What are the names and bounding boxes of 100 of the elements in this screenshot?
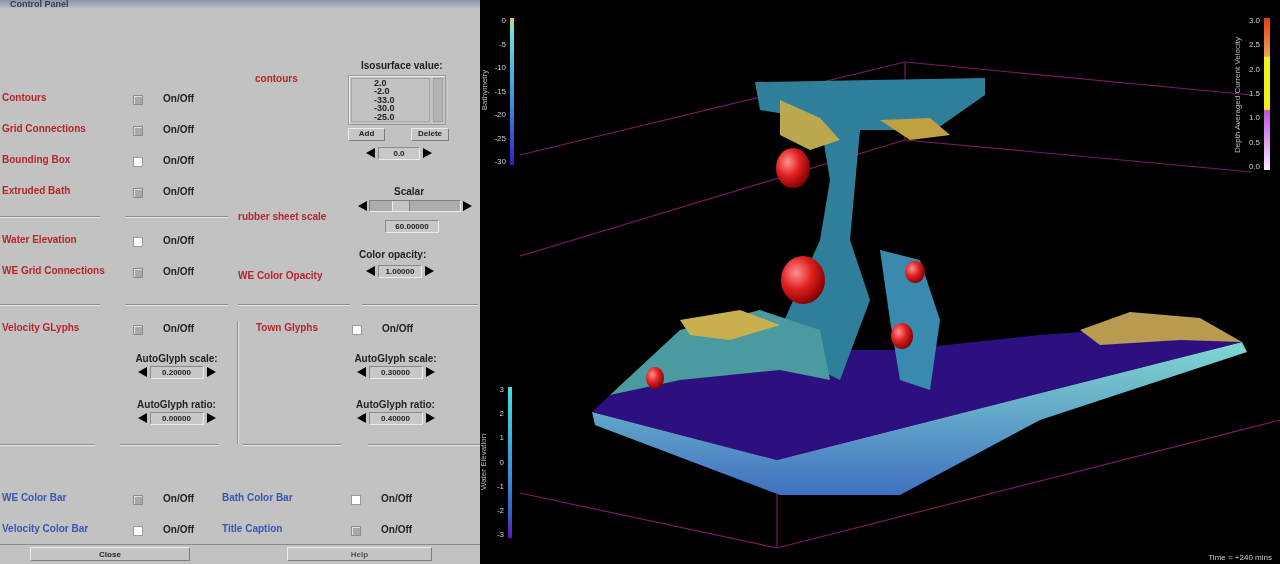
tick-label: 2.0	[1248, 64, 1260, 74]
value-field[interactable]: 0.30000	[368, 365, 423, 379]
toggle-label: On/Off	[163, 522, 196, 537]
checkbox[interactable]	[133, 94, 143, 105]
close-button[interactable]: Close	[30, 547, 190, 562]
tick-label: -10	[494, 63, 506, 72]
tick-label: 3	[499, 385, 504, 394]
option-label: WE Grid Connections	[2, 264, 106, 277]
checkbox[interactable]	[133, 525, 143, 536]
slider-track[interactable]	[369, 199, 461, 212]
checkbox[interactable]	[133, 187, 143, 198]
spinner-title: Color opacity:	[359, 248, 427, 261]
arrow-left-icon[interactable]	[366, 266, 375, 277]
spinner-title: AutoGlyph ratio:	[137, 398, 216, 411]
option-label: Extruded Bath	[2, 184, 72, 197]
toggle-label: On/Off	[163, 264, 196, 279]
checkbox[interactable]	[133, 267, 143, 278]
value-field[interactable]: 1.00000	[378, 264, 422, 278]
toggle-label: On/Off	[163, 321, 196, 336]
value-list[interactable]: 2.0 -2.0 -33.0 -30.0 -25.0	[348, 74, 446, 125]
slider-title: Scalar	[394, 185, 425, 198]
checkbox[interactable]	[133, 324, 143, 335]
toggle-label: On/Off	[163, 491, 196, 506]
tick-label: -1	[496, 481, 504, 491]
option-label: Town Glyphs	[256, 321, 320, 334]
toggle-label: On/Off	[381, 522, 414, 537]
arrow-right-icon[interactable]	[425, 413, 435, 424]
arrow-left-icon[interactable]	[358, 200, 367, 211]
option-label: Velocity GLyphs	[2, 321, 81, 334]
scrollbar[interactable]	[433, 77, 443, 122]
tick-label: 2.5	[1248, 40, 1260, 50]
option-label: Grid Connections	[2, 122, 87, 135]
sphere-marker	[781, 256, 825, 304]
checkbox[interactable]	[351, 494, 361, 505]
legend-title: Depth Averaged Current Velocity	[1233, 37, 1242, 153]
tick-label: 0	[501, 16, 506, 25]
option-label: Velocity Color Bar	[2, 522, 90, 535]
slider-thumb[interactable]	[391, 200, 410, 211]
arrow-right-icon[interactable]	[425, 266, 434, 277]
tick-label: -5	[498, 39, 506, 49]
value-field[interactable]: 60.00000	[385, 219, 439, 233]
tick-label: -2	[496, 505, 504, 515]
value-field[interactable]: 0.20000	[149, 365, 204, 379]
arrow-left-icon[interactable]	[356, 413, 366, 424]
toggle-label: On/Off	[163, 91, 196, 106]
toggle-label: On/Off	[163, 184, 196, 199]
value-field[interactable]: 0.0	[378, 146, 420, 160]
list-title: Isosurface value:	[361, 59, 443, 72]
spinner-title: AutoGlyph scale:	[135, 352, 218, 365]
arrow-right-icon[interactable]	[425, 367, 435, 378]
arrow-right-icon[interactable]	[463, 200, 472, 211]
option-label: Bath Color Bar	[222, 491, 294, 504]
section-label: rubber sheet scale	[238, 210, 327, 222]
toggle-label: On/Off	[382, 321, 415, 336]
tick-label: -20	[494, 110, 506, 119]
spinner-title: AutoGlyph ratio:	[356, 398, 435, 411]
checkbox[interactable]	[133, 156, 143, 167]
toggle-label: On/Off	[163, 122, 196, 137]
arrow-left-icon[interactable]	[356, 367, 366, 378]
tick-label: -25	[494, 133, 506, 143]
add-button[interactable]: Add	[348, 127, 385, 141]
time-label: Time = +240 mins	[1208, 553, 1272, 562]
arrow-left-icon[interactable]	[137, 367, 147, 378]
sphere-marker	[646, 367, 664, 389]
checkbox[interactable]	[133, 236, 143, 247]
tick-label: -30	[494, 157, 506, 166]
spinner-title: AutoGlyph scale:	[354, 352, 437, 365]
sphere-marker	[891, 323, 913, 349]
list-item[interactable]: -33.0	[374, 95, 429, 105]
list-item[interactable]: -30.0	[374, 104, 429, 113]
option-label: WE Color Bar	[2, 491, 68, 504]
arrow-right-icon[interactable]	[206, 367, 216, 378]
tick-label: 2	[499, 409, 504, 419]
tick-label: 3.0	[1248, 16, 1260, 25]
value-field[interactable]: 0.00000	[149, 411, 204, 425]
list-item[interactable]: 2.0	[374, 78, 429, 88]
checkbox[interactable]	[133, 494, 143, 505]
section-label: WE Color Opacity	[238, 269, 323, 281]
tick-label: 0	[499, 457, 504, 467]
section-label: contours	[255, 72, 298, 84]
list-item[interactable]: -2.0	[374, 87, 429, 96]
arrow-left-icon[interactable]	[366, 148, 375, 159]
arrow-right-icon[interactable]	[423, 148, 432, 159]
checkbox[interactable]	[352, 324, 362, 335]
list-item[interactable]: -25.0	[374, 112, 429, 121]
delete-button[interactable]: Delete	[411, 127, 449, 141]
sphere-marker	[905, 261, 925, 283]
window-title: Control Panel	[10, 0, 69, 8]
toggle-label: On/Off	[381, 491, 414, 506]
legend-title: Bathymetry	[480, 69, 489, 111]
option-label: Title Caption	[222, 522, 284, 535]
checkbox[interactable]	[133, 125, 143, 136]
arrow-left-icon[interactable]	[137, 413, 147, 424]
value-field[interactable]: 0.40000	[368, 411, 423, 425]
option-label: Contours	[2, 91, 48, 104]
arrow-right-icon[interactable]	[206, 413, 216, 424]
tick-label: -3	[496, 530, 504, 539]
option-label: Bounding Box	[2, 153, 72, 166]
tick-label: 1	[499, 433, 504, 443]
checkbox[interactable]	[351, 525, 361, 536]
